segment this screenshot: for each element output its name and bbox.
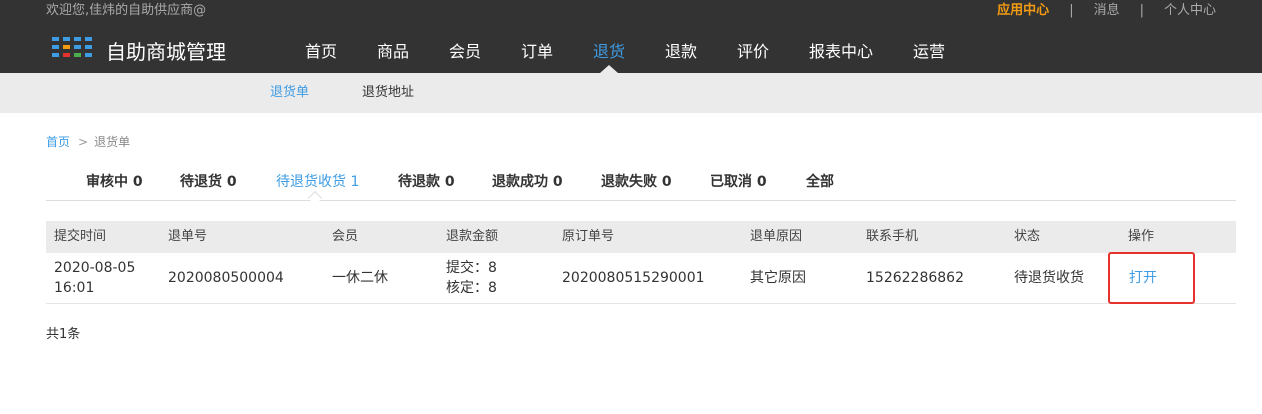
nav-home[interactable]: 首页 xyxy=(305,41,337,63)
tab-reviewing[interactable]: 审核中 0 xyxy=(86,172,143,192)
col-reason: 退单原因 xyxy=(750,229,803,244)
sub-nav: 退货单 退货地址 xyxy=(0,73,1262,113)
subnav-return-address[interactable]: 退货地址 xyxy=(362,84,414,102)
nav-orders[interactable]: 订单 xyxy=(521,41,553,63)
returns-table: 提交时间 退单号 会员 退款金额 原订单号 退单原因 联系手机 状态 操作 20… xyxy=(46,221,1236,304)
top-header: 欢迎您,佳炜的自助供应商@ 应用中心 | 消息 | 个人中心 自助商城管理 首页… xyxy=(0,0,1262,73)
tab-all[interactable]: 全部 xyxy=(806,172,834,192)
col-member: 会员 xyxy=(332,229,359,244)
action-highlight-box xyxy=(1108,252,1195,304)
col-return-no: 退单号 xyxy=(168,229,208,244)
subnav-return-orders[interactable]: 退货单 xyxy=(270,84,309,102)
nav-returns[interactable]: 退货 xyxy=(593,41,625,63)
grid-logo-icon xyxy=(52,37,92,59)
brand-title: 自助商城管理 xyxy=(106,40,226,64)
nav-members[interactable]: 会员 xyxy=(449,41,481,63)
col-phone: 联系手机 xyxy=(866,229,919,244)
nav-reviews[interactable]: 评价 xyxy=(737,41,769,63)
cell-member: 一休二休 xyxy=(332,270,388,286)
status-tabs: 审核中 0 待退货 0 待退货收货 1 待退款 0 退款成功 0 退款失败 0 … xyxy=(46,170,1236,201)
welcome-text: 欢迎您,佳炜的自助供应商@ xyxy=(46,3,207,18)
cell-amount-confirm: 核定：8 xyxy=(446,280,497,296)
col-order-no: 原订单号 xyxy=(562,229,615,244)
cell-date: 2020-08-05 xyxy=(54,260,136,276)
cell-status: 待退货收货 xyxy=(1014,270,1084,286)
tab-refund-failed[interactable]: 退款失败 0 xyxy=(601,172,672,192)
table-header: 提交时间 退单号 会员 退款金额 原订单号 退单原因 联系手机 状态 操作 xyxy=(46,221,1236,253)
tab-refund-success[interactable]: 退款成功 0 xyxy=(492,172,563,192)
cell-order-no: 2020080515290001 xyxy=(562,270,705,286)
col-submit-time: 提交时间 xyxy=(54,229,107,244)
link-separator: | xyxy=(1139,3,1144,18)
cell-return-no: 2020080500004 xyxy=(168,270,284,286)
total-count: 共1条 xyxy=(46,327,81,342)
cell-reason: 其它原因 xyxy=(750,270,806,286)
link-separator: | xyxy=(1069,3,1074,18)
tab-pending-return[interactable]: 待退货 0 xyxy=(180,172,237,192)
nav-refunds[interactable]: 退款 xyxy=(665,41,697,63)
app-center-link[interactable]: 应用中心 xyxy=(997,2,1049,20)
nav-products[interactable]: 商品 xyxy=(377,41,409,63)
active-nav-caret xyxy=(600,65,618,73)
profile-link[interactable]: 个人中心 xyxy=(1164,2,1216,20)
cell-phone: 15262286862 xyxy=(866,270,964,286)
messages-link[interactable]: 消息 xyxy=(1094,2,1120,20)
breadcrumb-current: 退货单 xyxy=(94,135,131,149)
nav-reports[interactable]: 报表中心 xyxy=(809,41,873,63)
col-status: 状态 xyxy=(1014,229,1041,244)
nav-operations[interactable]: 运营 xyxy=(913,41,945,63)
cell-amount-submit: 提交：8 xyxy=(446,260,497,276)
col-refund-amount: 退款金额 xyxy=(446,229,499,244)
col-action: 操作 xyxy=(1128,229,1155,244)
cell-time: 16:01 xyxy=(54,280,95,296)
top-links: 应用中心 | 消息 | 个人中心 xyxy=(997,2,1216,20)
tab-pending-refund[interactable]: 待退款 0 xyxy=(398,172,455,192)
tab-cancelled[interactable]: 已取消 0 xyxy=(710,172,767,192)
breadcrumb: 首页 > 退货单 xyxy=(46,134,130,150)
breadcrumb-home[interactable]: 首页 xyxy=(46,135,70,149)
breadcrumb-arrow: > xyxy=(78,135,89,149)
tab-pending-receipt[interactable]: 待退货收货 1 xyxy=(276,172,359,192)
table-row: 2020-08-05 16:01 2020080500004 一休二休 提交：8… xyxy=(46,253,1236,304)
